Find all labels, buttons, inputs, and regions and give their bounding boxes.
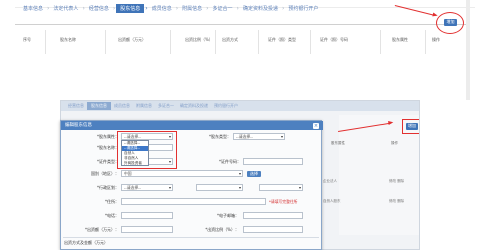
col-header-op: 操作 — [432, 37, 440, 42]
step-label: 股东信息 — [116, 4, 145, 13]
column-divider — [45, 30, 46, 54]
cert-no-input[interactable] — [243, 158, 303, 165]
lower-step-attached-info[interactable]: 附属信息 — [133, 102, 155, 111]
step-business-info[interactable]: 经营信息 › — [86, 4, 116, 13]
step-label: 附属信息 — [136, 103, 152, 108]
step-multi-cert[interactable]: 多证合一 › — [210, 4, 240, 13]
step-attached-info[interactable]: 附属信息 › — [179, 4, 209, 13]
col-header-method: 出资方式 — [222, 37, 238, 42]
column-divider — [258, 30, 259, 54]
step-label: 多证合一 — [212, 6, 233, 12]
lower-step-multi-cert[interactable]: 多证合一 — [155, 102, 177, 111]
step-shareholder-info[interactable]: 股东信息 › — [116, 4, 148, 13]
divider — [15, 24, 467, 25]
lower-col-header-op: 操作 — [391, 141, 398, 145]
dialog-title: 编辑股东信息 — [61, 121, 323, 130]
step-bar-lower: 经营信息 股东信息 成员信息 附属信息 多证合一 确定资料及投递 预约银行开户 — [61, 101, 419, 111]
lower-step-business-info[interactable]: 经营信息 — [65, 102, 87, 111]
phone-input[interactable] — [121, 212, 173, 219]
select-button[interactable]: 选择 — [247, 170, 261, 177]
step-label: 经营信息 — [88, 6, 109, 12]
col-header-index: 序号 — [23, 37, 31, 42]
step-legal-rep[interactable]: 法定代表人 › — [50, 4, 85, 13]
label-capital: *出资额（万元）： — [85, 227, 119, 232]
column-divider — [310, 30, 311, 54]
column-divider — [215, 30, 216, 54]
table-row-op[interactable]: 修改 删除 — [389, 179, 404, 184]
lower-step-member-info[interactable]: 成员信息 — [111, 102, 133, 111]
shareholder-type-select[interactable]: --请选择-- — [233, 133, 285, 140]
step-label: 成员信息 — [151, 6, 172, 12]
step-bank-account[interactable]: 预约银行开户 — [285, 4, 321, 13]
step-label: 基本信息 — [23, 6, 44, 12]
step-basic-info[interactable]: 基本信息 › — [20, 4, 50, 13]
label-phone: *电话： — [105, 213, 119, 218]
column-divider — [170, 30, 171, 54]
col-header-capital: 出资额（万元） — [118, 37, 146, 42]
ratio-input[interactable] — [243, 226, 303, 233]
address-input[interactable] — [121, 198, 266, 205]
scrollbar[interactable] — [466, 0, 470, 100]
lower-step-shareholder-info[interactable]: 股东信息 — [87, 102, 111, 111]
label-ratio: *出资比例（%）： — [205, 227, 239, 232]
label-shareholder-name: *股东名称： — [97, 145, 119, 150]
email-input[interactable] — [243, 212, 303, 219]
lower-step-bank-account[interactable]: 预约银行开户 — [211, 102, 241, 111]
label-cert-no: *证件号码： — [219, 159, 241, 164]
divider — [63, 237, 319, 238]
address-hint: *请填写完整住所 — [269, 199, 298, 204]
step-confirm-delivery[interactable]: 确定资料及投递 › — [240, 4, 285, 13]
label-shareholder-type: *股东类型： — [209, 134, 231, 139]
step-label: 经营信息 — [68, 103, 84, 108]
table-row-attr: 自然人股东 — [323, 199, 341, 203]
capital-input[interactable] — [121, 226, 173, 233]
step-label: 预约银行开户 — [288, 6, 319, 12]
table-row-attr: 企业法人 — [323, 179, 337, 183]
column-divider — [105, 30, 106, 54]
table-row-op[interactable]: 修改 删除 — [389, 199, 404, 204]
annotation-box — [117, 131, 177, 169]
label-address: *住所： — [105, 199, 119, 204]
edit-shareholder-dialog: 编辑股东信息 × *股东属性： --请选择-- *股东类型： --请选择-- *… — [60, 120, 323, 250]
step-label: 预约银行开户 — [214, 103, 238, 108]
country-select[interactable]: 中国 — [121, 170, 243, 177]
lower-col-header-attr: 股东属性 — [331, 141, 345, 145]
label-country: 国别（地区）： — [91, 171, 119, 176]
annotation-box — [402, 119, 419, 134]
region-district-select[interactable] — [259, 184, 303, 191]
lower-step-confirm-delivery[interactable]: 确定资料及投递 — [177, 102, 211, 111]
label-shareholder-attr: *股东属性： — [97, 134, 119, 139]
label-email: *电子邮箱： — [217, 213, 239, 218]
step-label: 成员信息 — [114, 103, 130, 108]
region-province-select[interactable]: --请选择-- — [121, 184, 173, 191]
label-cert-type: *证件类型： — [97, 159, 119, 164]
close-icon[interactable]: × — [313, 122, 319, 129]
step-label: 股东信息 — [87, 102, 111, 110]
step-label: 法定代表人 — [53, 6, 79, 12]
col-header-name: 股东名称 — [60, 37, 76, 42]
column-divider — [425, 30, 426, 54]
step-label: 多证合一 — [158, 103, 174, 108]
label-region: *行政区划： — [97, 185, 119, 190]
annotation-circle — [436, 12, 464, 34]
step-label: 确定资料及投递 — [180, 103, 208, 108]
region-city-select[interactable] — [196, 184, 243, 191]
step-label: 附属信息 — [182, 6, 203, 12]
column-divider — [380, 30, 381, 54]
step-label: 确定资料及投递 — [242, 6, 278, 12]
step-bar-top: 基本信息 › 法定代表人 › 经营信息 › 股东信息 › 成员信息 › 附属信息 › 多证合… — [20, 4, 370, 13]
col-header-cert-no: 证件（照）号码 — [320, 37, 348, 42]
screenshot-canvas: 基本信息 › 法定代表人 › 经营信息 › 股东信息 › 成员信息 › 附属信息 › 多证合… — [0, 0, 500, 250]
col-header-cert-type: 证件（照）类型 — [268, 37, 296, 42]
col-header-ratio: 出资比例（%） — [185, 37, 213, 42]
capital-method-section-title: 出资方式及金额（万元） — [64, 240, 108, 245]
col-header-attr: 股东属性 — [392, 37, 408, 42]
step-member-info[interactable]: 成员信息 › — [149, 4, 179, 13]
